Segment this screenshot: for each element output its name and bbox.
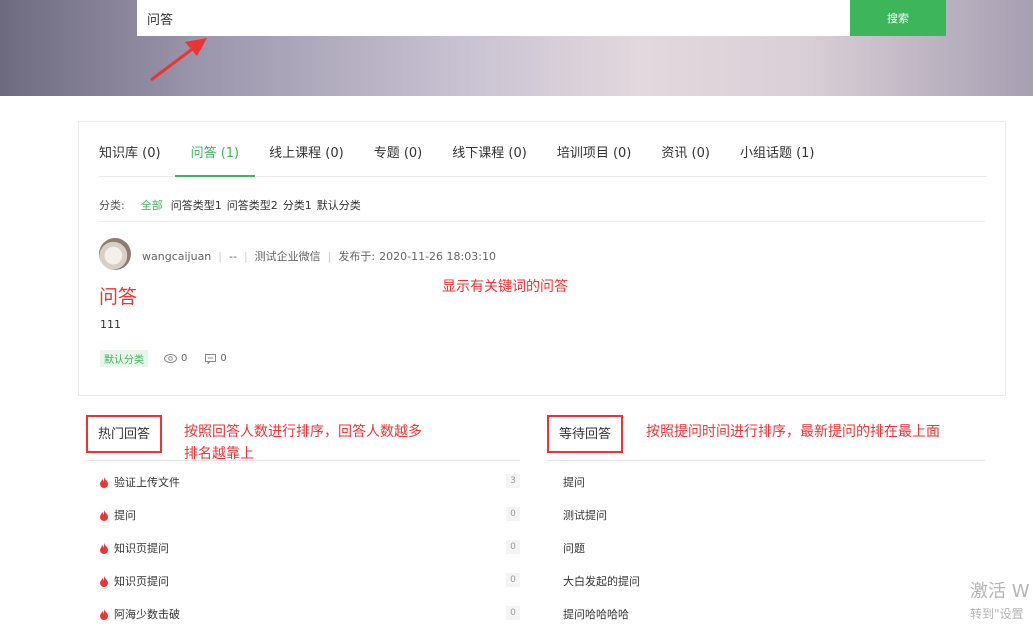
comments-count: 0 — [205, 353, 227, 364]
waiting-list-item[interactable]: 大白发起的提问 — [563, 573, 640, 589]
waiting-list-item[interactable]: 提问 — [563, 474, 585, 490]
category-item[interactable]: 问答类型1 — [171, 197, 222, 213]
answer-count-badge: 0 — [506, 507, 520, 521]
category-item[interactable]: 默认分类 — [317, 197, 361, 213]
annotation-hot-note: 按照回答人数进行排序，回答人数越多 排名越靠上 — [184, 424, 422, 462]
fire-icon — [100, 509, 108, 521]
fire-icon — [100, 476, 108, 488]
published-label: 发布于: — [338, 250, 376, 263]
divider — [547, 460, 985, 461]
waiting-list-item[interactable]: 提问哈哈哈哈 — [563, 606, 629, 622]
category-label: 分类: — [99, 199, 125, 212]
author-name[interactable]: wangcaijuan — [142, 250, 211, 263]
question-meta: wangcaijuan | -- | 测试企业微信 | 发布于: 2020-11… — [142, 249, 496, 264]
hot-list-item[interactable]: 阿海少数击破 — [99, 606, 180, 622]
activation-watermark: 激活 W 转到"设置 — [970, 581, 1030, 621]
waiting-list-item[interactable]: 问题 — [563, 540, 585, 556]
search-results-card: 知识库 (0) 问答 (1) 线上课程 (0) 专题 (0) 线下课程 (0) … — [78, 121, 1006, 396]
search-button[interactable]: 搜索 — [850, 0, 946, 36]
published-time: 2020-11-26 18:03:10 — [379, 249, 496, 263]
divider — [86, 460, 520, 461]
fire-icon — [100, 542, 108, 554]
hot-list-item[interactable]: 知识页提问 — [99, 573, 169, 589]
fire-icon — [100, 608, 108, 620]
divider — [99, 221, 985, 222]
annotation-arrow-icon — [150, 38, 207, 82]
answer-count-badge: 0 — [506, 540, 520, 554]
answer-count-badge: 3 — [506, 474, 520, 488]
fire-icon — [100, 575, 108, 587]
tab-topic[interactable]: 专题 (0) — [374, 122, 423, 177]
result-tabs: 知识库 (0) 问答 (1) 线上课程 (0) 专题 (0) 线下课程 (0) … — [99, 122, 987, 177]
views-count: 0 — [164, 353, 187, 364]
question-footer: 默认分类 0 0 — [100, 350, 245, 367]
tab-qa[interactable]: 问答 (1) — [174, 122, 256, 177]
answer-count-badge: 0 — [506, 573, 520, 587]
annotation-wait-note: 按照提问时间进行排序，最新提问的排在最上面 — [646, 424, 940, 440]
category-tag[interactable]: 默认分类 — [100, 350, 148, 367]
comment-icon — [205, 353, 217, 364]
question-body: 111 — [100, 318, 121, 331]
eye-icon — [164, 354, 177, 363]
avatar[interactable] — [99, 238, 131, 270]
tab-news[interactable]: 资讯 (0) — [661, 122, 710, 177]
waiting-answers-title: 等待回答 — [547, 415, 624, 453]
search-input[interactable] — [137, 0, 850, 36]
tab-online-course[interactable]: 线上课程 (0) — [269, 122, 344, 177]
answer-count-badge: 0 — [506, 606, 520, 620]
tab-training[interactable]: 培训项目 (0) — [557, 122, 632, 177]
author-org: 测试企业微信 — [254, 250, 321, 263]
tab-knowledge[interactable]: 知识库 (0) — [99, 122, 161, 177]
hot-answers-title: 热门回答 — [86, 415, 163, 453]
hot-list-item[interactable]: 提问 — [99, 507, 136, 523]
hot-list-item[interactable]: 知识页提问 — [99, 540, 169, 556]
annotation-result-note: 显示有关键词的问答 — [442, 279, 568, 295]
category-filter: 分类: 全部 问答类型1 问答类型2 分类1 默认分类 — [99, 197, 366, 213]
waiting-list-item[interactable]: 测试提问 — [563, 507, 607, 523]
category-item[interactable]: 分类1 — [283, 197, 312, 213]
category-item[interactable]: 问答类型2 — [227, 197, 278, 213]
tab-group-topic[interactable]: 小组话题 (1) — [740, 122, 815, 177]
tab-offline-course[interactable]: 线下课程 (0) — [452, 122, 527, 177]
question-title[interactable]: 问答 — [99, 282, 137, 309]
author-dept: -- — [229, 249, 237, 263]
category-all[interactable]: 全部 — [141, 197, 163, 213]
hot-list-item[interactable]: 验证上传文件 — [99, 474, 180, 490]
